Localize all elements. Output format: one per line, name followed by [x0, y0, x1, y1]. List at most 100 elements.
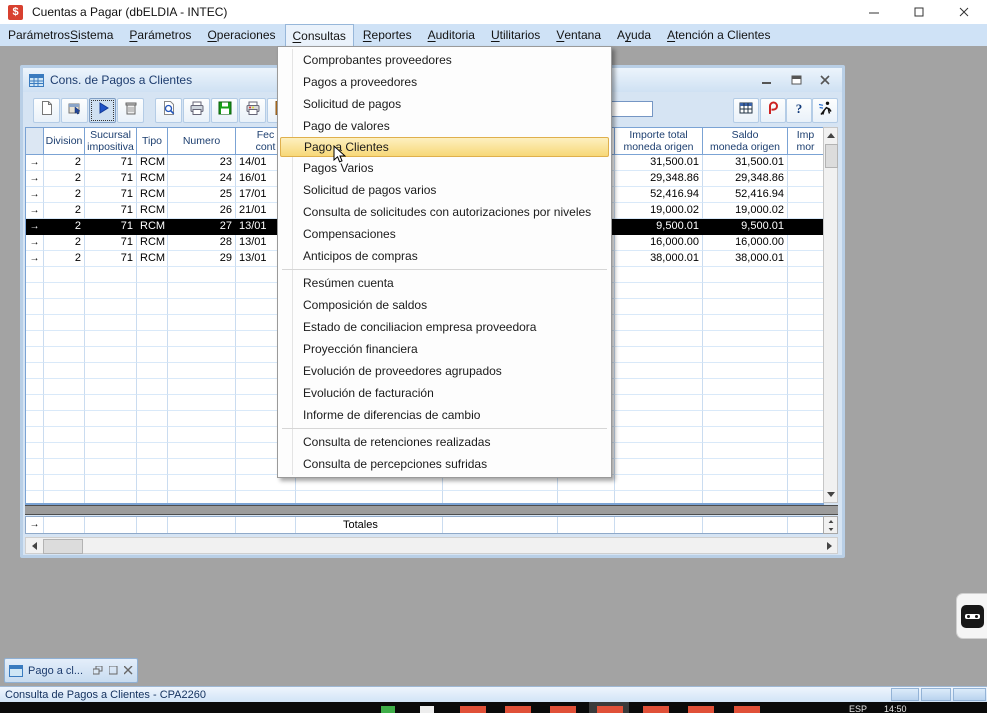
- table-cell[interactable]: [615, 411, 703, 427]
- column-header-tipo[interactable]: Tipo: [137, 128, 168, 155]
- taskbar-app-icon[interactable]: [734, 706, 760, 713]
- table-cell[interactable]: [168, 443, 236, 459]
- table-cell[interactable]: [703, 331, 788, 347]
- minimized-maximize-button[interactable]: [109, 662, 118, 680]
- table-cell[interactable]: 71: [85, 251, 137, 267]
- table-cell[interactable]: [85, 443, 137, 459]
- table-cell[interactable]: [44, 363, 85, 379]
- table-cell[interactable]: [85, 491, 137, 505]
- table-cell[interactable]: [168, 299, 236, 315]
- table-cell[interactable]: RCM: [137, 155, 168, 171]
- child-minimize-button[interactable]: [760, 73, 774, 87]
- table-cell[interactable]: [85, 331, 137, 347]
- table-cell[interactable]: [26, 443, 44, 459]
- table-cell[interactable]: [85, 379, 137, 395]
- table-cell[interactable]: [137, 299, 168, 315]
- table-cell[interactable]: 71: [85, 203, 137, 219]
- table-cell[interactable]: [137, 315, 168, 331]
- taskbar-app-icon[interactable]: [597, 706, 623, 713]
- table-cell[interactable]: [85, 363, 137, 379]
- table-cell[interactable]: [615, 363, 703, 379]
- menu-item-consulta-de-percepciones-sufridas[interactable]: Consulta de percepciones sufridas: [280, 453, 609, 475]
- table-cell[interactable]: [788, 171, 824, 187]
- table-cell[interactable]: [137, 395, 168, 411]
- table-cell[interactable]: 9,500.01: [615, 219, 703, 235]
- table-cell[interactable]: [788, 219, 824, 235]
- table-cell[interactable]: [788, 363, 824, 379]
- table-cell[interactable]: 9,500.01: [703, 219, 788, 235]
- table-cell[interactable]: 31,500.01: [615, 155, 703, 171]
- table-cell[interactable]: [615, 443, 703, 459]
- table-cell[interactable]: [615, 315, 703, 331]
- taskbar-app-icon[interactable]: [643, 706, 669, 713]
- menubar-item-ayuda[interactable]: Ayuda: [610, 24, 658, 46]
- table-cell[interactable]: RCM: [137, 219, 168, 235]
- table-cell[interactable]: [168, 267, 236, 283]
- table-cell[interactable]: [85, 395, 137, 411]
- table-cell[interactable]: →: [26, 203, 44, 219]
- table-cell[interactable]: 26: [168, 203, 236, 219]
- grid-view-button[interactable]: [733, 98, 759, 123]
- menubar-item-auditoria[interactable]: Auditoria: [421, 24, 482, 46]
- table-cell[interactable]: [168, 411, 236, 427]
- table-cell[interactable]: [137, 475, 168, 491]
- table-cell[interactable]: [788, 155, 824, 171]
- column-header-division[interactable]: Division: [44, 128, 85, 155]
- table-cell[interactable]: [788, 475, 824, 491]
- table-cell[interactable]: [26, 491, 44, 505]
- table-cell[interactable]: 38,000.01: [615, 251, 703, 267]
- table-cell[interactable]: [788, 331, 824, 347]
- menubar-item-ventana[interactable]: Ventana: [549, 24, 608, 46]
- vertical-scrollbar-thumb[interactable]: [825, 144, 838, 168]
- table-cell[interactable]: 2: [44, 251, 85, 267]
- table-cell[interactable]: [44, 475, 85, 491]
- table-cell[interactable]: [26, 299, 44, 315]
- menu-item-estado-de-conciliacion-empresa-proveedora[interactable]: Estado de conciliacion empresa proveedor…: [280, 316, 609, 338]
- table-cell[interactable]: 29,348.86: [703, 171, 788, 187]
- table-cell[interactable]: [26, 427, 44, 443]
- menu-item-compensaciones[interactable]: Compensaciones: [280, 223, 609, 245]
- table-cell[interactable]: 29,348.86: [615, 171, 703, 187]
- horizontal-scrollbar[interactable]: [25, 537, 838, 554]
- column-header-saldo-moneda-origen[interactable]: Saldomoneda origen: [703, 128, 788, 155]
- table-cell[interactable]: [168, 331, 236, 347]
- menubar-item-consultas[interactable]: Consultas: [285, 24, 354, 46]
- table-cell[interactable]: [44, 491, 85, 505]
- table-cell[interactable]: [168, 427, 236, 443]
- table-cell[interactable]: [137, 443, 168, 459]
- menu-item-consulta-de-solicitudes-con-autorizaciones-por-niveles[interactable]: Consulta de solicitudes con autorizacion…: [280, 201, 609, 223]
- table-cell[interactable]: 71: [85, 235, 137, 251]
- table-cell[interactable]: [615, 395, 703, 411]
- table-cell[interactable]: [703, 475, 788, 491]
- menu-item-consulta-de-retenciones-realizadas[interactable]: Consulta de retenciones realizadas: [280, 431, 609, 453]
- table-cell[interactable]: 24: [168, 171, 236, 187]
- help-button[interactable]: ?: [786, 98, 812, 123]
- table-cell[interactable]: 71: [85, 187, 137, 203]
- table-cell[interactable]: [168, 475, 236, 491]
- table-cell[interactable]: RCM: [137, 251, 168, 267]
- table-cell[interactable]: [168, 379, 236, 395]
- column-header-0[interactable]: [26, 128, 44, 155]
- table-cell[interactable]: [168, 459, 236, 475]
- table-cell[interactable]: [788, 299, 824, 315]
- table-cell[interactable]: [85, 459, 137, 475]
- totals-spinner[interactable]: [823, 516, 838, 534]
- table-cell[interactable]: [788, 251, 824, 267]
- table-cell[interactable]: [44, 395, 85, 411]
- table-cell[interactable]: [26, 331, 44, 347]
- scroll-down-button[interactable]: [824, 487, 837, 502]
- table-cell[interactable]: [26, 315, 44, 331]
- table-cell[interactable]: [788, 459, 824, 475]
- menu-item-evolucion-de-proveedores-agrupados[interactable]: Evolución de proveedores agrupados: [280, 360, 609, 382]
- table-cell[interactable]: 19,000.02: [615, 203, 703, 219]
- table-cell[interactable]: →: [26, 187, 44, 203]
- table-cell[interactable]: [615, 331, 703, 347]
- table-cell[interactable]: [703, 427, 788, 443]
- table-cell[interactable]: [137, 379, 168, 395]
- table-cell[interactable]: [168, 363, 236, 379]
- horizontal-scrollbar-thumb[interactable]: [43, 539, 83, 554]
- table-cell[interactable]: →: [26, 219, 44, 235]
- table-cell[interactable]: [788, 235, 824, 251]
- table-cell[interactable]: 71: [85, 171, 137, 187]
- taskbar-app-icon[interactable]: [688, 706, 714, 713]
